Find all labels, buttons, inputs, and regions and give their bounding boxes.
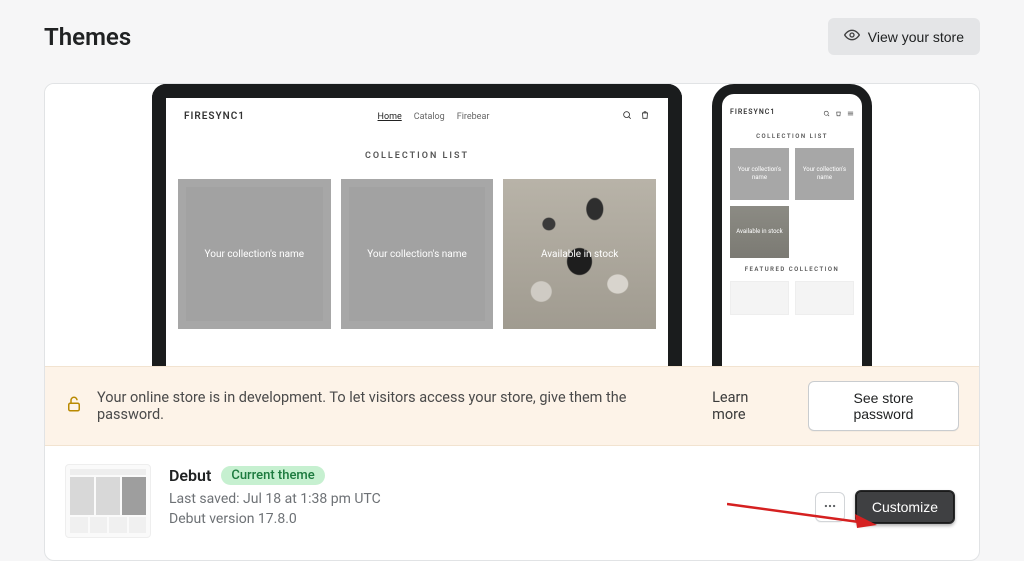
preview-tile: Available in stock [503,179,656,329]
view-store-button[interactable]: View your store [828,18,980,55]
preview-tile-label: Available in stock [736,228,782,236]
preview-tile-label: Your collection's name [795,166,854,182]
page-title: Themes [44,23,131,51]
search-icon [622,110,632,123]
preview-tile: Your collection's name [178,179,331,329]
theme-version: Debut version 17.8.0 [169,511,797,527]
preview-section-featured-title: FEATURED COLLECTION [722,266,862,273]
preview-tile: Your collection's name [341,179,494,329]
eye-icon [844,27,860,46]
theme-last-saved: Last saved: Jul 18 at 1:38 pm UTC [169,491,797,507]
preview-tile-empty [795,206,854,258]
preview-section-title: COLLECTION LIST [166,151,668,161]
banner-message: Your online store is in development. To … [97,389,684,423]
learn-more-link[interactable]: Learn more [712,389,784,423]
see-password-button[interactable]: See store password [808,381,959,431]
theme-name: Debut [169,466,211,485]
preview-tile: Your collection's name [795,148,854,200]
dots-icon [823,499,837,516]
preview-nav-catalog: Catalog [414,112,445,122]
theme-thumbnail [65,464,151,538]
preview-tile-label: Your collection's name [367,249,467,260]
preview-tile-label: Your collection's name [205,249,305,260]
bag-icon [835,102,842,121]
search-icon [823,102,830,121]
bag-icon [640,110,650,123]
themes-card: FIRESYNC1 Home Catalog Firebear COLLECTI… [44,83,980,561]
preview-nav-home: Home [378,112,402,122]
theme-preview-row: FIRESYNC1 Home Catalog Firebear COLLECTI… [45,84,979,366]
lock-icon [65,395,83,417]
preview-tile-label: Your collection's name [730,166,789,182]
view-store-label: View your store [868,29,964,45]
preview-tile: Your collection's name [730,148,789,200]
theme-actions-menu-button[interactable] [815,492,845,522]
current-theme-badge: Current theme [221,466,324,485]
customize-button[interactable]: Customize [855,490,955,524]
dev-banner: Your online store is in development. To … [45,366,979,446]
preview-nav-firebear: Firebear [457,112,490,122]
preview-tile-label: Available in stock [541,249,618,260]
menu-icon [847,102,854,121]
desktop-preview-frame: FIRESYNC1 Home Catalog Firebear COLLECTI… [152,84,682,366]
mobile-preview-frame: FIRESYNC1 COLLECTION LIST Your collectio… [712,84,872,366]
preview-brand-mobile: FIRESYNC1 [730,108,775,116]
preview-brand: FIRESYNC1 [184,111,245,122]
preview-tile: Available in stock [730,206,789,258]
preview-featured-cell [730,281,789,315]
preview-featured-cell [795,281,854,315]
preview-section-title-mobile: COLLECTION LIST [722,133,862,140]
